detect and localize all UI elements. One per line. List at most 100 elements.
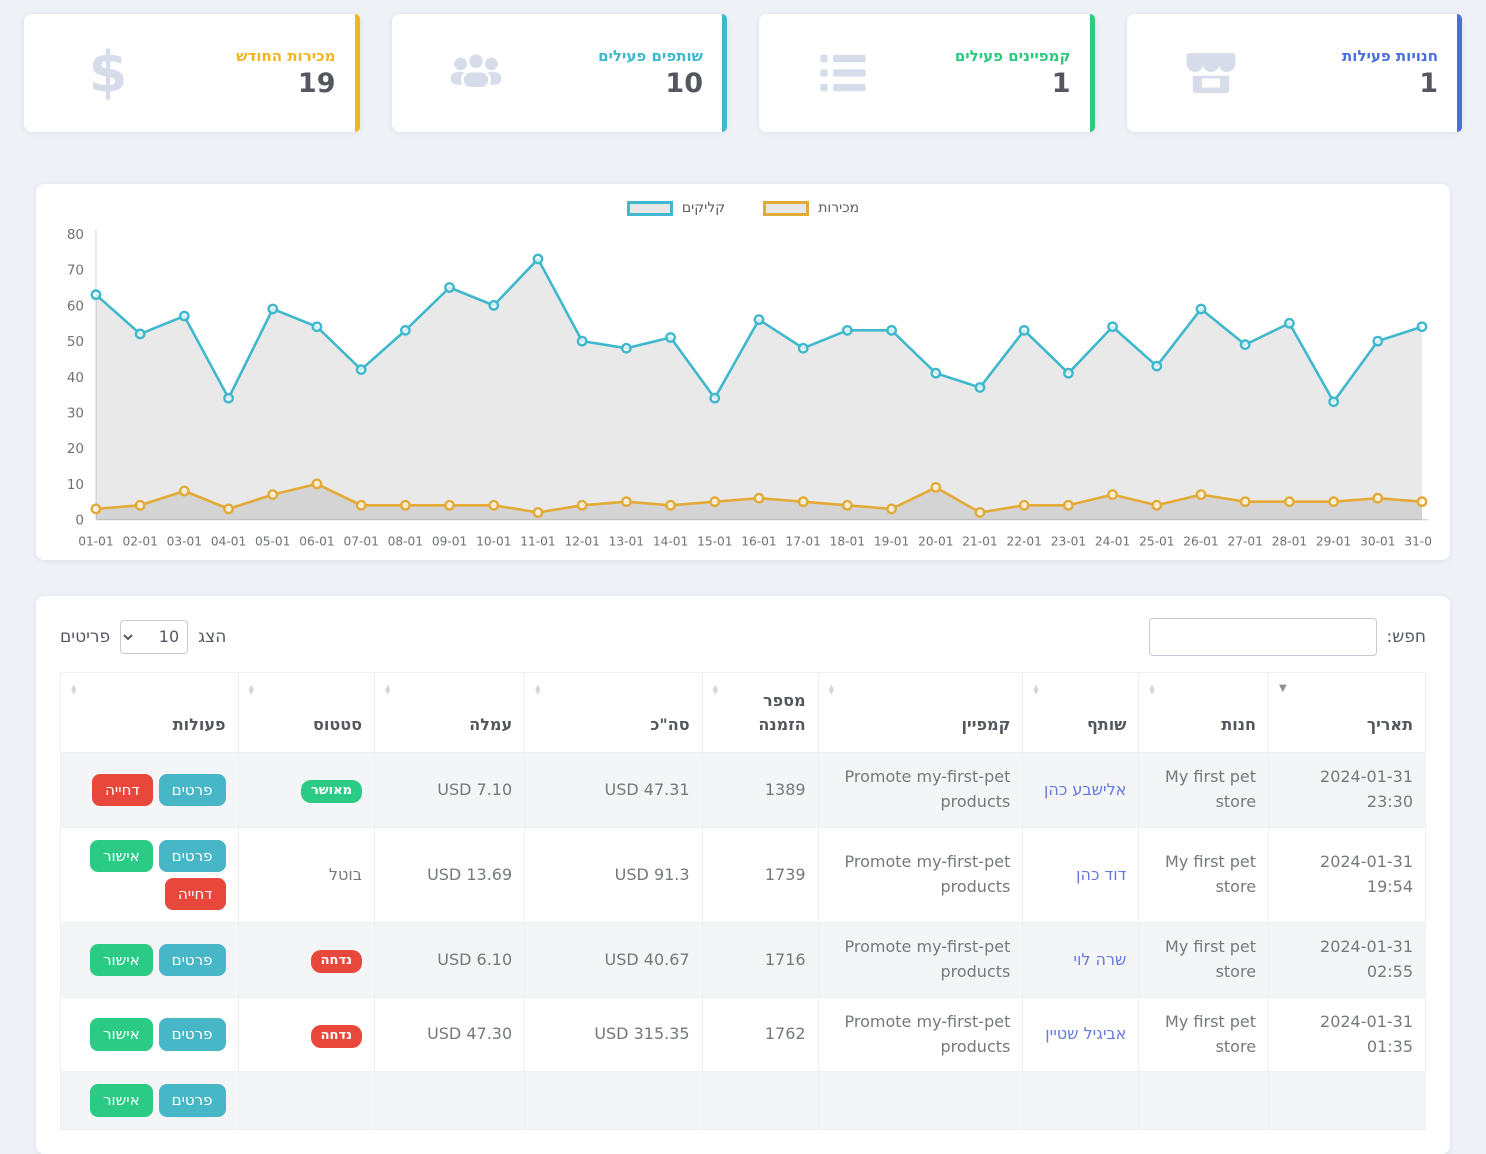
approve-button[interactable]: אישור: [90, 944, 153, 976]
column-header-store[interactable]: ▲▼ חנות: [1139, 672, 1269, 753]
column-header-date[interactable]: ▼תאריך: [1269, 672, 1426, 753]
stat-card-label: שותפים פעילים: [508, 47, 704, 65]
table-body: 2024-01-31 23:30My first pet storeאלישבע…: [61, 753, 1426, 1130]
reject-button[interactable]: דחייה: [165, 878, 226, 910]
data-point: [799, 497, 807, 505]
x-tick-label: 10-01: [476, 535, 511, 549]
data-point: [136, 501, 144, 509]
data-point: [711, 497, 719, 505]
cell-order: 1716: [702, 923, 818, 998]
data-point: [1020, 501, 1028, 509]
data-point: [1197, 305, 1205, 313]
data-point: [1329, 398, 1337, 406]
details-button[interactable]: פרטים: [159, 944, 226, 976]
x-tick-label: 15-01: [697, 535, 732, 549]
cell-commission: USD 47.30: [375, 997, 525, 1072]
data-point: [666, 333, 674, 341]
stat-card-body: שותפים פעילים10: [508, 47, 704, 99]
x-tick-label: 07-01: [343, 535, 378, 549]
cell-order: 1389: [702, 753, 818, 828]
series-area: [96, 259, 1422, 520]
column-header-campaign[interactable]: ▲▼קמפיין: [818, 672, 1023, 753]
page-length-select[interactable]: 10: [120, 620, 188, 654]
page-length-control: הצג 10 פריטים: [60, 620, 226, 654]
reject-button[interactable]: דחייה: [92, 774, 153, 806]
approve-button[interactable]: אישור: [90, 1018, 153, 1050]
column-header-order[interactable]: ▲▼מספר הזמנה: [702, 672, 818, 753]
cell-date: 2024-01-31 01:35: [1269, 997, 1426, 1072]
data-point: [666, 501, 674, 509]
cell-order: 1739: [702, 827, 818, 923]
cell-campaign: Promote my-first-pet products: [818, 753, 1023, 828]
data-point: [180, 312, 188, 320]
partner-link[interactable]: דוד כהן: [1076, 865, 1126, 884]
x-tick-label: 16-01: [741, 535, 776, 549]
cell-commission: USD 13.69: [375, 827, 525, 923]
data-point: [843, 326, 851, 334]
column-header-label: שותף: [1087, 715, 1126, 734]
x-tick-label: 03-01: [167, 535, 202, 549]
details-button[interactable]: פרטים: [159, 774, 226, 806]
data-point: [1285, 319, 1293, 327]
legend-item-1[interactable]: מכירות: [763, 200, 859, 216]
column-header-actions[interactable]: ▲▼פעולות: [61, 672, 239, 753]
cell-order: [702, 1072, 818, 1129]
table-row: 2024-01-31 02:55My first pet storeשרה לו…: [61, 923, 1426, 998]
search-input[interactable]: [1149, 618, 1377, 656]
stat-card-value: 1: [875, 68, 1071, 99]
details-button[interactable]: פרטים: [159, 1018, 226, 1050]
x-tick-label: 01-01: [78, 535, 113, 549]
card-accent-bar: [1457, 14, 1462, 132]
table-row: 2024-01-31 19:54My first pet storeדוד כה…: [61, 827, 1426, 923]
stat-card-2: שותפים פעילים10: [392, 14, 728, 132]
action-buttons: פרטיםאישור: [73, 1084, 226, 1116]
column-header-partner[interactable]: ▲▼שותף: [1023, 672, 1139, 753]
table-controls: חפש: הצג 10 פריטים: [60, 618, 1426, 656]
partner-link[interactable]: אלישבע כהן: [1044, 780, 1126, 799]
data-point: [976, 383, 984, 391]
table-row: 2024-01-31 23:30My first pet storeאלישבע…: [61, 753, 1426, 828]
orders-table-panel: חפש: הצג 10 פריטים ▼תאריך ▲▼ חנות ▲▼שותף▲▼ק…: [36, 596, 1450, 1154]
orders-table: ▼תאריך▲▼חנות▲▼שותף▲▼קמפיין▲▼מספר הזמנה▲▼…: [60, 672, 1426, 1130]
legend-item-0[interactable]: קליקים: [627, 200, 725, 216]
column-header-status[interactable]: ▲▼סטטוס: [238, 672, 375, 753]
stat-card-body: קמפיינים פעילים1: [875, 47, 1071, 99]
details-button[interactable]: פרטים: [159, 1084, 226, 1116]
data-point: [357, 501, 365, 509]
sort-icon: ▲▼: [1149, 685, 1154, 697]
approve-button[interactable]: אישור: [90, 1084, 153, 1116]
x-tick-label: 29-01: [1316, 535, 1351, 549]
sort-desc-icon: ▼: [1279, 685, 1287, 694]
cell-commission: USD 7.10: [375, 753, 525, 828]
x-tick-label: 23-01: [1051, 535, 1086, 549]
column-header-label: קמפיין: [962, 715, 1011, 734]
status-text: בוטל: [329, 865, 362, 884]
cell-total: USD 40.67: [525, 923, 702, 998]
approve-button[interactable]: אישור: [90, 840, 153, 872]
data-point: [799, 344, 807, 352]
table-search: חפש:: [1149, 618, 1427, 656]
data-point: [92, 290, 100, 298]
details-button[interactable]: פרטים: [159, 840, 226, 872]
cell-actions: פרטיםאישור: [61, 997, 239, 1072]
column-header-total[interactable]: ▲▼סה"כ: [525, 672, 702, 753]
partner-link[interactable]: אביגיל שטיין: [1045, 1024, 1126, 1043]
column-header-label: מספר הזמנה: [758, 691, 805, 735]
partner-link[interactable]: שרה לוי: [1073, 950, 1126, 969]
cell-status: נדחה: [238, 997, 375, 1072]
x-tick-label: 12-01: [564, 535, 599, 549]
column-header-label: חנות: [1221, 715, 1256, 734]
cell-campaign: Promote my-first-pet products: [818, 827, 1023, 923]
card-accent-bar: [355, 14, 360, 132]
cell-total: [525, 1072, 702, 1129]
column-header-commission[interactable]: ▲▼עמלה: [375, 672, 525, 753]
stat-card-1: קמפיינים פעילים1: [759, 14, 1095, 132]
data-point: [534, 255, 542, 263]
action-buttons: פרטיםאישור: [73, 1018, 226, 1050]
column-header-label: סטטוס: [313, 715, 362, 734]
action-buttons: פרטיםדחייה: [73, 774, 226, 806]
cell-status: בוטל: [238, 827, 375, 923]
search-label: חפש:: [1387, 627, 1427, 647]
x-tick-label: 24-01: [1095, 535, 1130, 549]
x-tick-label: 25-01: [1139, 535, 1174, 549]
